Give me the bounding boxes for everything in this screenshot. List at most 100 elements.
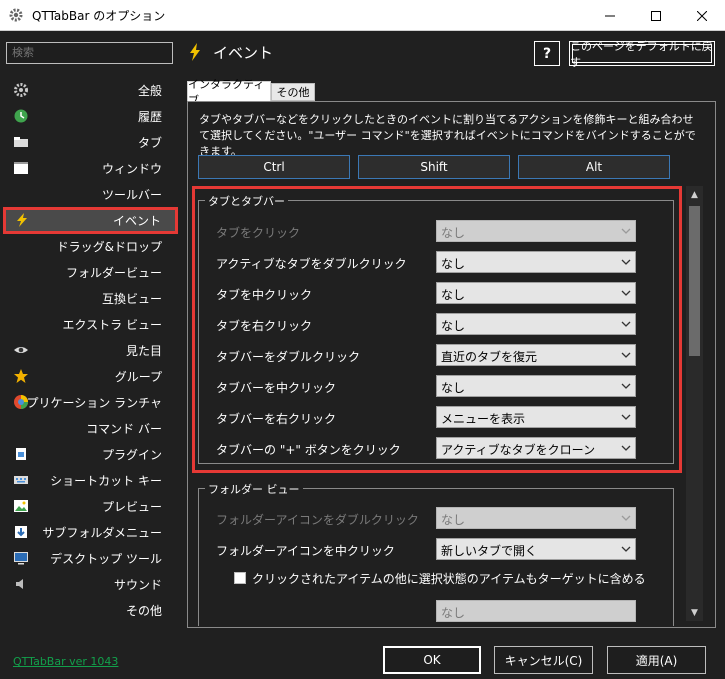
sidebar-item-compat-view[interactable]: 互換ビュー — [4, 286, 174, 310]
sidebar-item-label: アプリケーション ランチャ — [14, 395, 162, 410]
close-button[interactable] — [679, 0, 725, 31]
sidebar-item-window[interactable]: ウィンドウ — [4, 156, 174, 180]
event-row: フォルダーアイコンをダブルクリック なし — [199, 507, 675, 531]
action-select[interactable]: 新しいタブで開く — [436, 538, 636, 560]
action-select: なし — [436, 507, 636, 529]
ok-button[interactable]: OK — [383, 646, 481, 674]
tab-other[interactable]: その他 — [271, 83, 315, 101]
window-icon — [14, 162, 28, 174]
action-select[interactable]: なし — [436, 282, 636, 304]
event-label: タブバーの "+" ボタンをクリック — [216, 443, 401, 457]
sidebar-item-label: ショートカット キー — [50, 473, 162, 488]
vertical-scrollbar[interactable]: ▲ ▼ — [686, 186, 703, 621]
sidebar-item-shortcut-keys[interactable]: ショートカット キー — [4, 468, 174, 492]
select-value: なし — [441, 226, 466, 240]
chevron-down-icon — [621, 515, 631, 521]
search-input[interactable] — [6, 42, 173, 64]
tab-icon — [14, 137, 28, 147]
event-row: タブバーを右クリック メニューを表示 — [199, 406, 675, 430]
chevron-down-icon — [621, 383, 631, 389]
select-value: 新しいタブで開く — [441, 544, 538, 558]
alt-button[interactable]: Alt — [518, 155, 670, 179]
sidebar-item-desktop-tool[interactable]: デスクトップ ツール — [4, 546, 174, 570]
select-value: なし — [441, 381, 466, 395]
chevron-down-icon — [621, 414, 631, 420]
title-bar: QTTabBar のオプション — [0, 0, 725, 31]
action-select[interactable]: メニューを表示 — [436, 406, 636, 428]
event-label: タブバーを中クリック — [216, 381, 337, 395]
sidebar-item-drag-drop[interactable]: ドラッグ&ドロップ — [4, 234, 174, 258]
close-icon — [697, 10, 707, 21]
scroll-up-icon[interactable]: ▲ — [686, 186, 703, 203]
sidebar-item-event[interactable]: イベント — [3, 207, 178, 234]
event-label: タブバーを右クリック — [216, 412, 337, 426]
reset-defaults-button[interactable]: このページをデフォルトに戻す — [569, 40, 715, 69]
select-value: アクティブなタブをクローン — [441, 443, 596, 457]
tab-interactive[interactable]: インタラクティブ — [187, 78, 271, 107]
event-row: タブを右クリック なし — [199, 313, 675, 337]
chevron-down-icon — [621, 259, 631, 265]
sidebar: 全般 履歴 タブ ウィンドウ ツールバー イベント ドラッグ&ドロップ フォルダ… — [0, 32, 179, 632]
action-select[interactable]: なし — [436, 313, 636, 335]
event-row: タブバーの "+" ボタンをクリック アクティブなタブをクローン — [199, 437, 675, 461]
cancel-button[interactable]: キャンセル(C) — [494, 646, 593, 674]
gear-icon — [14, 83, 28, 97]
lightning-icon — [17, 213, 27, 227]
minimize-button[interactable] — [587, 0, 633, 31]
event-list: タブとタブバー タブをクリック なし アクティブなタブをダブルクリック なし タ… — [188, 186, 686, 626]
sidebar-item-other[interactable]: その他 — [4, 598, 174, 622]
sidebar-item-label: 全般 — [137, 83, 162, 98]
action-select[interactable]: 直近のタブを復元 — [436, 344, 636, 366]
sidebar-item-preview[interactable]: プレビュー — [4, 494, 174, 518]
window-title: QTTabBar のオプション — [32, 8, 166, 23]
sidebar-item-sound[interactable]: サウンド — [4, 572, 174, 596]
sidebar-item-folder-view[interactable]: フォルダービュー — [4, 260, 174, 284]
action-select[interactable]: なし — [436, 375, 636, 397]
include-selected-checkbox[interactable] — [234, 572, 246, 584]
description-text: タブやタブバーなどをクリックしたときのイベントに割り当てるアクションを修飾キーと… — [199, 113, 696, 158]
event-label: タブバーをダブルクリック — [216, 350, 361, 364]
event-row: タブを中クリック なし — [199, 282, 675, 306]
version-link[interactable]: QTTabBar ver 1043 — [13, 655, 118, 668]
sidebar-item-label: ドラッグ&ドロップ — [56, 239, 162, 254]
ctrl-button[interactable]: Ctrl — [198, 155, 350, 179]
speaker-icon — [16, 579, 23, 589]
include-selected-checkbox-row[interactable]: クリックされたアイテムの他に選択状態のアイテムもターゲットに含める — [234, 568, 646, 588]
help-button[interactable]: ? — [534, 41, 560, 66]
page-title: イベント — [213, 44, 274, 62]
sidebar-item-extra-view[interactable]: エクストラ ビュー — [4, 312, 174, 336]
gear-icon — [9, 8, 23, 22]
action-select[interactable]: なし — [436, 251, 636, 273]
sidebar-item-subfolder-menu[interactable]: サブフォルダメニュー — [4, 520, 174, 544]
apply-button[interactable]: 適用(A) — [607, 646, 706, 674]
event-label: タブをクリック — [216, 226, 301, 240]
sidebar-item-group[interactable]: グループ — [4, 364, 174, 388]
sidebar-item-command-bar[interactable]: コマンド バー — [4, 416, 174, 440]
sidebar-item-plugin[interactable]: プラグイン — [4, 442, 174, 466]
sidebar-item-label: その他 — [125, 603, 162, 618]
event-label: フォルダーアイコンを中クリック — [216, 544, 395, 558]
event-label: フォルダーアイコンをダブルクリック — [216, 513, 419, 527]
minimize-icon — [605, 15, 615, 16]
event-label: タブを右クリック — [216, 319, 313, 333]
sidebar-item-app-launcher[interactable]: アプリケーション ランチャ — [4, 390, 174, 414]
sidebar-item-label: 見た目 — [125, 343, 162, 358]
event-row-partial: なし — [199, 600, 675, 624]
sidebar-item-general[interactable]: 全般 — [4, 78, 174, 102]
action-select[interactable]: アクティブなタブをクローン — [436, 437, 636, 459]
select-value: 直近のタブを復元 — [441, 350, 538, 364]
maximize-button[interactable] — [633, 0, 679, 31]
sidebar-item-tab[interactable]: タブ — [4, 130, 174, 154]
scroll-down-icon[interactable]: ▼ — [686, 604, 703, 621]
sidebar-item-appearance[interactable]: 見た目 — [4, 338, 174, 362]
sidebar-item-label: デスクトップ ツール — [50, 551, 162, 566]
select-value: なし — [441, 288, 466, 302]
scroll-thumb[interactable] — [689, 206, 700, 356]
event-row: タブバーをダブルクリック 直近のタブを復元 — [199, 344, 675, 368]
sidebar-item-history[interactable]: 履歴 — [4, 104, 174, 128]
tab-tabbar-group: タブとタブバー タブをクリック なし アクティブなタブをダブルクリック なし タ… — [198, 193, 675, 464]
eye-icon — [14, 347, 28, 353]
sidebar-item-toolbar[interactable]: ツールバー — [4, 182, 174, 206]
event-row: タブバーを中クリック なし — [199, 375, 675, 399]
shift-button[interactable]: Shift — [358, 155, 510, 179]
